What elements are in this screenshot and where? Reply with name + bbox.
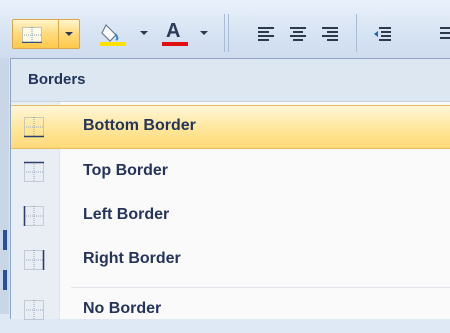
font-color-bar (162, 42, 188, 46)
font-color-button[interactable]: A (158, 19, 216, 49)
align-right-icon (322, 27, 338, 41)
align-left-button[interactable] (252, 20, 282, 48)
next-toolbar-icon[interactable] (438, 26, 450, 40)
toolbar-separator (224, 14, 225, 52)
chevron-down-icon[interactable] (140, 31, 148, 35)
row-marker (3, 270, 7, 290)
borders-icon (22, 27, 42, 43)
toolbar-separator (228, 14, 229, 52)
toolbar-separator (356, 14, 357, 52)
row-marker (3, 230, 7, 250)
left-border-icon (23, 206, 44, 226)
menu-separator (71, 287, 450, 288)
menu-header-title: Borders (28, 71, 86, 88)
align-center-icon (290, 27, 306, 41)
align-left-icon (258, 27, 274, 41)
align-right-button[interactable] (316, 20, 346, 48)
increase-indent-icon (440, 27, 450, 39)
top-border-icon (24, 161, 44, 182)
menu-item-top-border[interactable]: Top Border (11, 151, 450, 195)
ribbon-toolbar: A (0, 0, 450, 58)
menu-item-right-border[interactable]: Right Border (11, 239, 450, 283)
borders-dropdown-menu: Borders Bottom Border Top Border Left Bo… (10, 58, 450, 320)
decrease-indent-button[interactable] (368, 20, 398, 48)
fill-color-button[interactable] (96, 19, 156, 49)
right-border-icon (24, 250, 45, 270)
menu-item-no-border[interactable]: No Border (11, 289, 450, 333)
menu-item-label: Left Border (83, 206, 170, 223)
chevron-down-icon[interactable] (65, 32, 73, 36)
menu-item-bottom-border[interactable]: Bottom Border (11, 105, 450, 149)
menu-header: Borders (11, 59, 450, 102)
bottom-border-icon (24, 117, 44, 138)
menu-item-left-border[interactable]: Left Border (11, 195, 450, 239)
menu-item-label: Bottom Border (83, 117, 196, 134)
menu-item-label: Right Border (83, 250, 181, 267)
borders-split-button[interactable] (12, 19, 80, 49)
decrease-indent-icon (374, 27, 391, 41)
no-border-icon (24, 300, 44, 320)
paint-bucket-icon (100, 23, 126, 46)
split-divider (58, 20, 59, 48)
menu-item-label: No Border (83, 300, 162, 317)
align-center-button[interactable] (284, 20, 314, 48)
font-color-icon: A (166, 20, 181, 42)
menu-item-label: Top Border (83, 162, 169, 179)
chevron-down-icon[interactable] (200, 31, 208, 35)
sheet-edge (0, 58, 10, 314)
